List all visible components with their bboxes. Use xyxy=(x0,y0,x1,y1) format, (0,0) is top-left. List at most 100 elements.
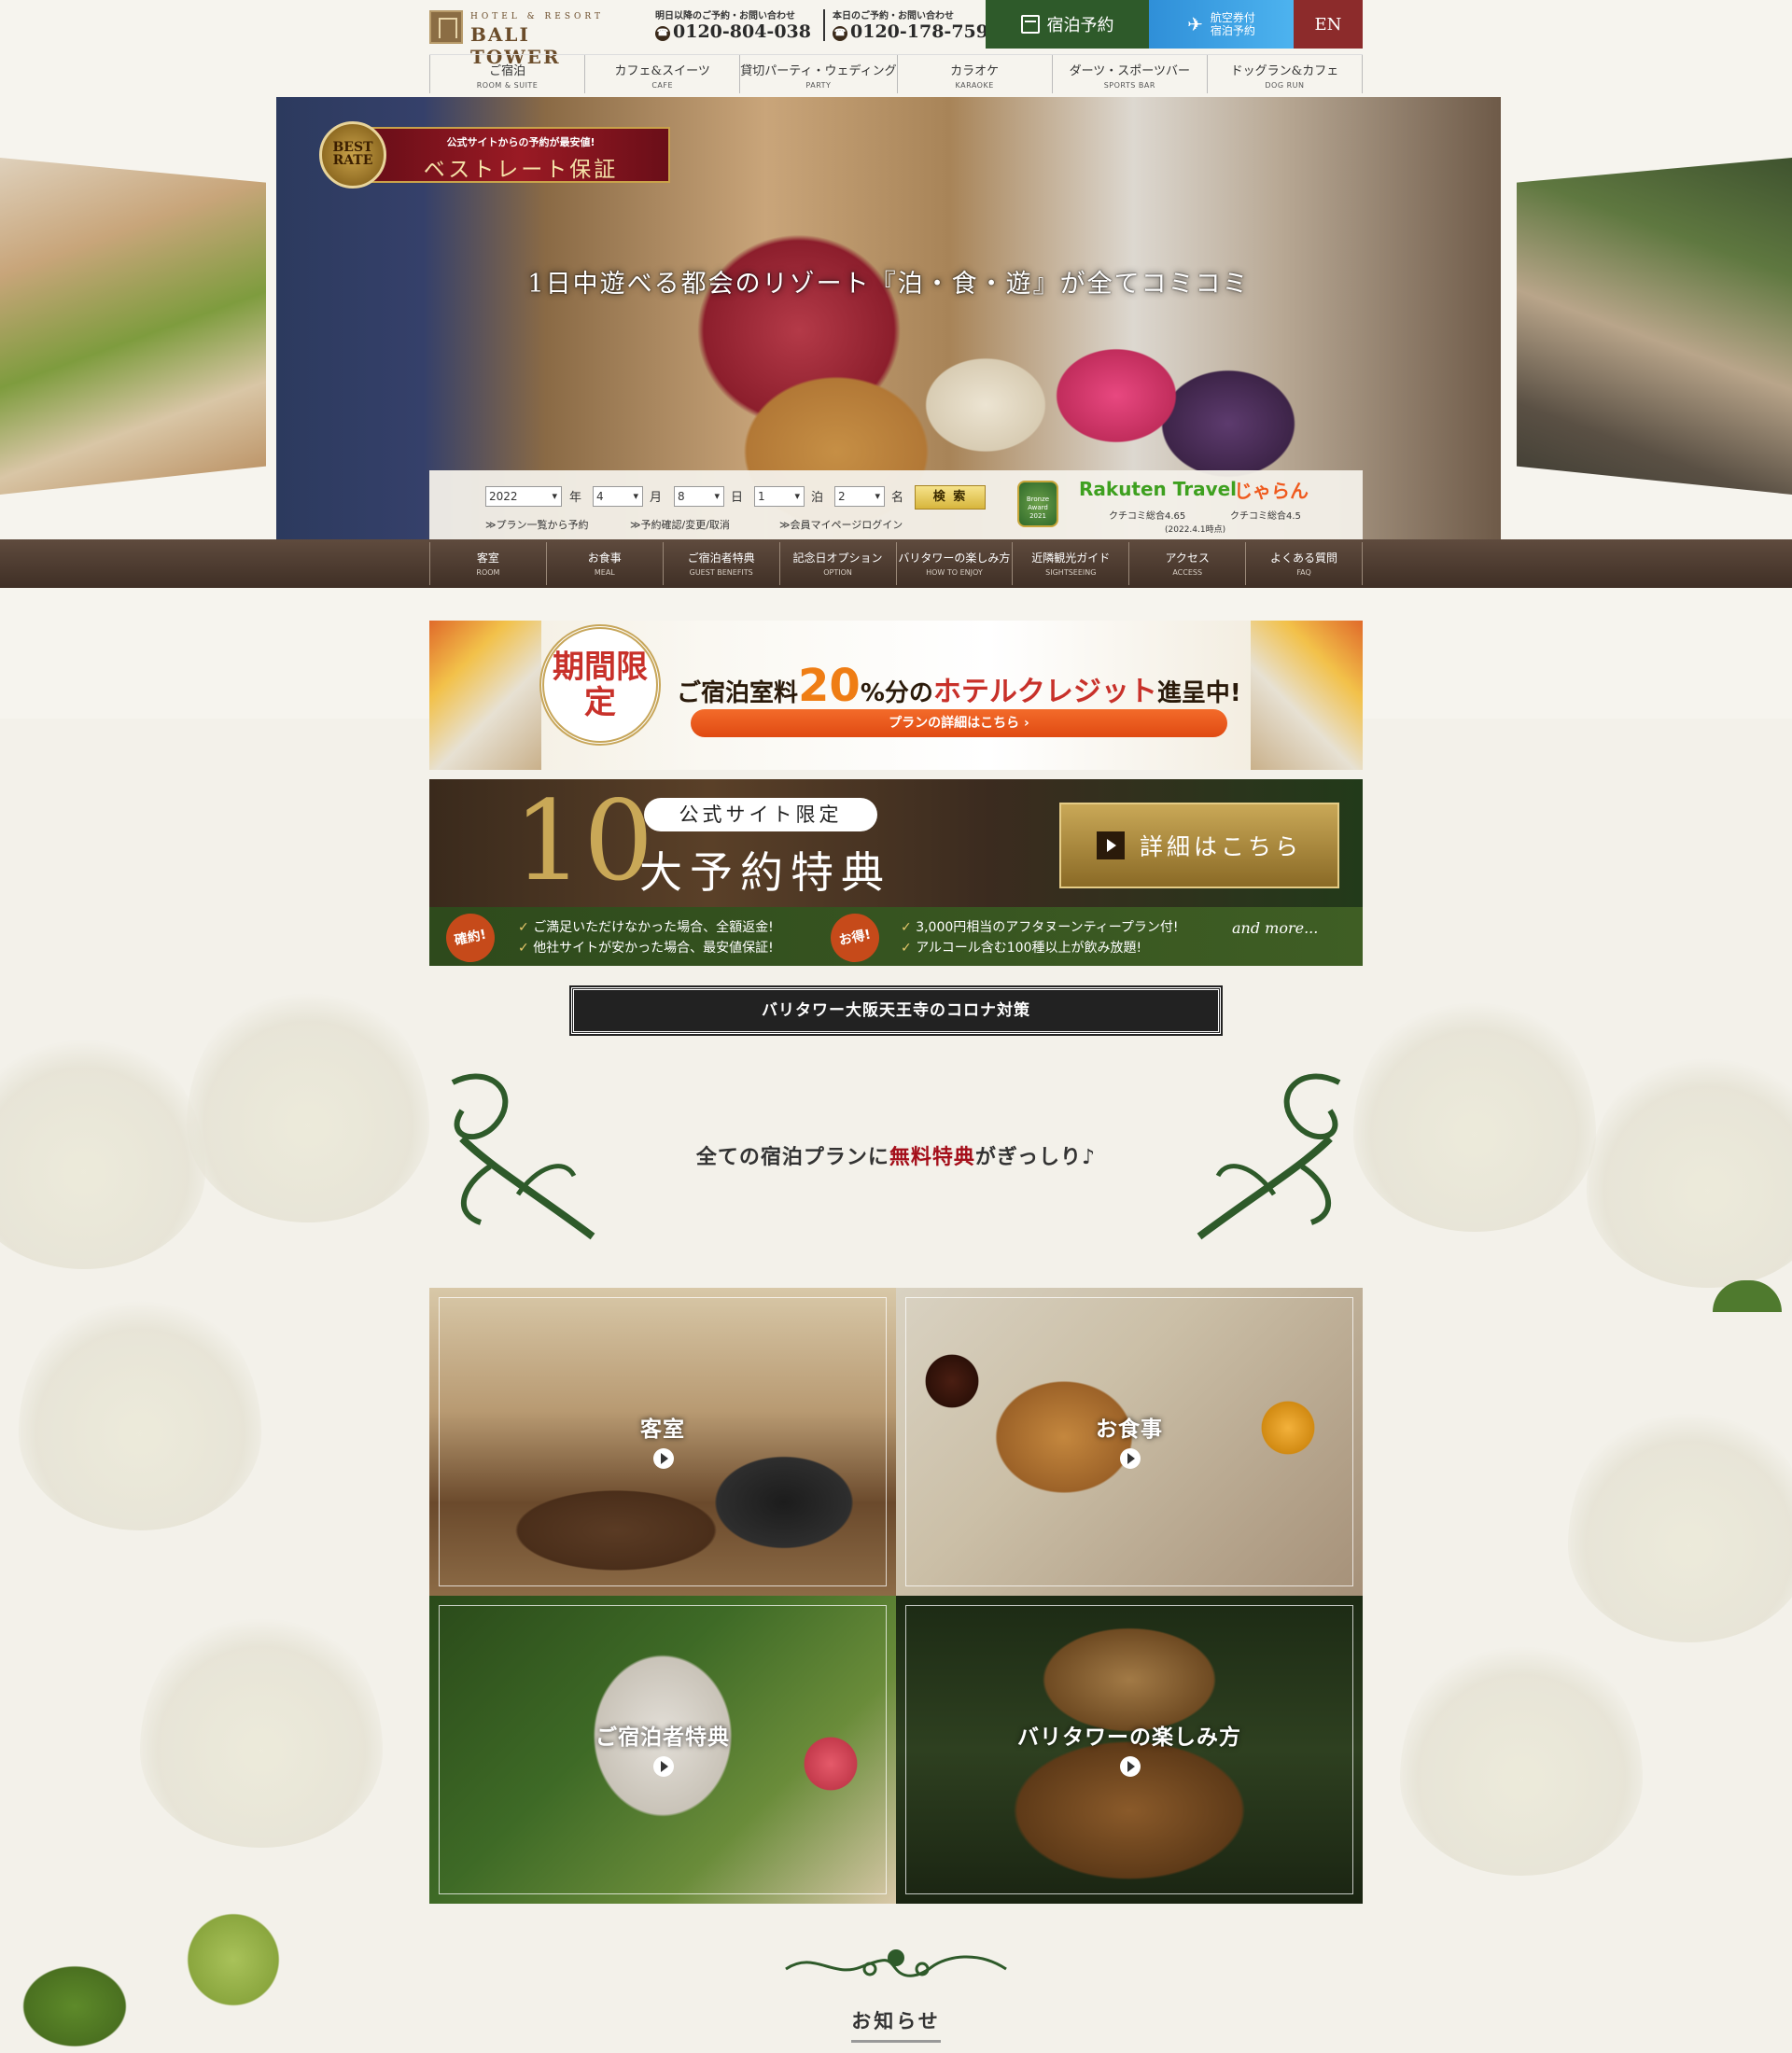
benefit-line: ご満足いただけなかった場合、全額返金! xyxy=(518,917,774,936)
flower-decoration-right xyxy=(1251,621,1363,770)
day-select[interactable]: 8 xyxy=(674,486,724,507)
contact-number: 0120-178-759 xyxy=(850,21,988,42)
plan-details-button[interactable]: プランの詳細はこちら › xyxy=(691,709,1227,737)
subnav-item-howto[interactable]: バリタワーの楽しみ方 HOW TO ENJOY xyxy=(895,542,1013,585)
month-unit: 月 xyxy=(650,491,663,505)
subnav-item-option[interactable]: 記念日オプション OPTION xyxy=(778,542,896,585)
category-label: 客室 xyxy=(640,1418,685,1442)
gnav-sublabel: SPORTS BAR xyxy=(1103,81,1155,90)
best-rate-subtext: 公式サイトからの予約が最安値! xyxy=(446,136,595,148)
subnav-label: 客室 xyxy=(476,552,499,565)
jalan-review-score: クチコミ総合4.5 xyxy=(1230,511,1301,522)
nights-select[interactable]: 1 xyxy=(754,486,805,507)
day-unit: 日 xyxy=(731,491,744,505)
subnav-sublabel: ACCESS xyxy=(1172,568,1203,577)
category-card-room[interactable]: 客室 xyxy=(429,1288,896,1596)
category-label: バリタワーの楽しみ方 xyxy=(1017,1725,1241,1750)
air-label: 航空券付 宿泊予約 xyxy=(1211,11,1255,37)
year-select[interactable]: 2022 xyxy=(485,486,562,507)
review-date: (2022.4.1時点) xyxy=(1165,525,1226,535)
month-select[interactable]: 4 xyxy=(593,486,643,507)
search-button[interactable]: 検 索 xyxy=(915,485,986,510)
nights-unit: 泊 xyxy=(811,491,824,505)
benefits-strip xyxy=(429,907,1363,966)
news-heading: お知らせ xyxy=(851,2010,941,2032)
gnav-sublabel: DOG RUN xyxy=(1265,81,1305,90)
reserve-label: 宿泊予約 xyxy=(1046,16,1114,35)
hero-catchcopy: 1日中遊べる都会のリゾート『泊・食・遊』が全てコミコミ xyxy=(527,270,1250,299)
flower-decoration-left xyxy=(429,621,541,770)
subnav-item-sightseeing[interactable]: 近隣観光ガイド SIGHTSEEING xyxy=(1012,542,1128,585)
gnav-item-dogrun[interactable]: ドッグラン&カフェ DOG RUN xyxy=(1206,55,1364,93)
gnav-label: ダーツ・スポーツバー xyxy=(1069,64,1191,78)
contact-number-wrap: ☎ 0120-178-759 xyxy=(833,21,988,42)
subnav-item-meal[interactable]: お食事 MEAL xyxy=(545,542,663,585)
corona-measures-button[interactable]: バリタワー大阪天王寺のコロナ対策 xyxy=(569,985,1223,1036)
global-nav: ご宿泊 ROOM & SUITE カフェ&スイーツ CAFE 貸切パーティ・ウェディ… xyxy=(429,54,1364,93)
link-plan-list[interactable]: ≫プラン一覧から予約 xyxy=(485,517,589,532)
airplane-icon: ✈ xyxy=(1187,13,1203,35)
contact-today[interactable]: 本日のご予約・お問い合わせ ☎ 0120-178-759 xyxy=(833,7,988,45)
jalan-logo[interactable]: じゃらん xyxy=(1234,476,1309,503)
subnav-label: ご宿泊者特典 xyxy=(687,552,755,565)
gnav-label: ドッグラン&カフェ xyxy=(1230,64,1339,78)
contact-number-wrap: ☎ 0120-804-038 xyxy=(655,21,811,42)
benefits-detail-label: 詳細はこちら xyxy=(1139,833,1302,860)
best-rate-badge[interactable]: 公式サイトからの予約が最安値! ベストレート保証 BEST RATE xyxy=(315,118,673,190)
subnav-item-room[interactable]: 客室 ROOM xyxy=(429,542,546,585)
calendar-icon xyxy=(1020,15,1040,34)
gnav-item-cafe[interactable]: カフェ&スイーツ CAFE xyxy=(584,55,739,93)
credit-headline: ご宿泊室料20%分のホテルクレジット進呈中! xyxy=(677,660,1241,712)
hero-slide-next-image[interactable] xyxy=(1517,158,1792,495)
guests-select[interactable]: 2 xyxy=(834,486,885,507)
reservation-search: 2022 年 4 月 8 日 1 泊 2 名 検 索 ≫プラン一覧から予約 ≫予… xyxy=(429,470,1363,539)
play-icon xyxy=(1120,1448,1141,1469)
hero-slide-prev-image[interactable] xyxy=(0,158,266,495)
hotel-credit-banner[interactable]: 期間限定 ご宿泊室料20%分のホテルクレジット進呈中! プランの詳細はこちら › xyxy=(429,621,1363,770)
subnav-item-access[interactable]: アクセス ACCESS xyxy=(1128,542,1245,585)
credit-percent: 20 xyxy=(798,660,861,712)
contact-caption: 明日以降のご予約・お問い合わせ xyxy=(655,11,795,21)
gnav-item-sportsbar[interactable]: ダーツ・スポーツバー SPORTS BAR xyxy=(1051,55,1207,93)
best-rate-medal: BEST RATE xyxy=(319,121,386,189)
link-reservation-confirm[interactable]: ≫予約確認/変更/取消 xyxy=(630,517,730,532)
logo-subtitle: HOTEL & RESORT xyxy=(470,12,605,21)
limited-time-stamp: 期間限定 xyxy=(539,624,661,746)
category-card-enjoy[interactable]: バリタワーの楽しみ方 xyxy=(896,1596,1363,1904)
air-package-button[interactable]: ✈ 航空券付 宿泊予約 xyxy=(1149,0,1294,49)
air-label-line1: 航空券付 xyxy=(1210,11,1255,24)
contact-number: 0120-804-038 xyxy=(673,21,811,42)
benefit-line: 他社サイトが安かった場合、最安値保証! xyxy=(518,938,774,957)
category-grid: 客室 お食事 ご宿泊者特典 バリタワーの楽しみ方 xyxy=(429,1288,1363,1904)
subnav-item-benefits[interactable]: ご宿泊者特典 GUEST BENEFITS xyxy=(662,542,779,585)
benefits-detail-button[interactable]: 詳細はこちら xyxy=(1059,803,1339,888)
tower-logo-icon xyxy=(429,10,463,44)
category-card-meal[interactable]: お食事 xyxy=(896,1288,1363,1596)
credit-headline-accent: ホテルクレジット xyxy=(932,676,1157,708)
ten-benefits-banner[interactable]: 10 公式サイト限定 大予約特典 詳細はこちら 確約! ご満足いただけなかった場… xyxy=(429,779,1363,966)
rakuten-travel-logo[interactable]: Rakuten Travel xyxy=(1079,478,1237,500)
gnav-label: ご宿泊 xyxy=(489,64,526,78)
site-logo[interactable]: HOTEL & RESORT BALI TOWER xyxy=(429,8,625,68)
category-label: お食事 xyxy=(1096,1418,1163,1442)
link-member-login[interactable]: ≫会員マイページログイン xyxy=(779,517,903,532)
gnav-item-karaoke[interactable]: カラオケ KARAOKE xyxy=(896,55,1052,93)
credit-headline-pre: ご宿泊室料 xyxy=(677,679,799,707)
contact-tomorrow[interactable]: 明日以降のご予約・お問い合わせ ☎ 0120-804-038 xyxy=(655,7,811,45)
contact-divider xyxy=(823,9,825,41)
contact-caption: 本日のご予約・お問い合わせ xyxy=(833,11,954,21)
play-icon xyxy=(1120,1756,1141,1777)
subnav-sublabel: FAQ xyxy=(1296,568,1311,577)
language-en-button[interactable]: EN xyxy=(1294,0,1363,49)
intro-post: がぎっしり♪ xyxy=(974,1146,1097,1169)
reserve-button[interactable]: 宿泊予約 xyxy=(986,0,1149,49)
subnav-item-faq[interactable]: よくある質問 FAQ xyxy=(1245,542,1363,585)
subnav-label: バリタワーの楽しみ方 xyxy=(898,552,1011,565)
subnav-label: 近隣観光ガイド xyxy=(1031,552,1111,565)
category-card-benefits[interactable]: ご宿泊者特典 xyxy=(429,1596,896,1904)
gnav-item-party[interactable]: 貸切パーティ・ウェディング PARTY xyxy=(739,55,897,93)
gnav-sublabel: CAFE xyxy=(651,81,674,90)
benefits-title: 大予約特典 xyxy=(639,847,891,898)
gnav-label: カラオケ xyxy=(950,64,1000,78)
gnav-item-room[interactable]: ご宿泊 ROOM & SUITE xyxy=(429,55,584,93)
